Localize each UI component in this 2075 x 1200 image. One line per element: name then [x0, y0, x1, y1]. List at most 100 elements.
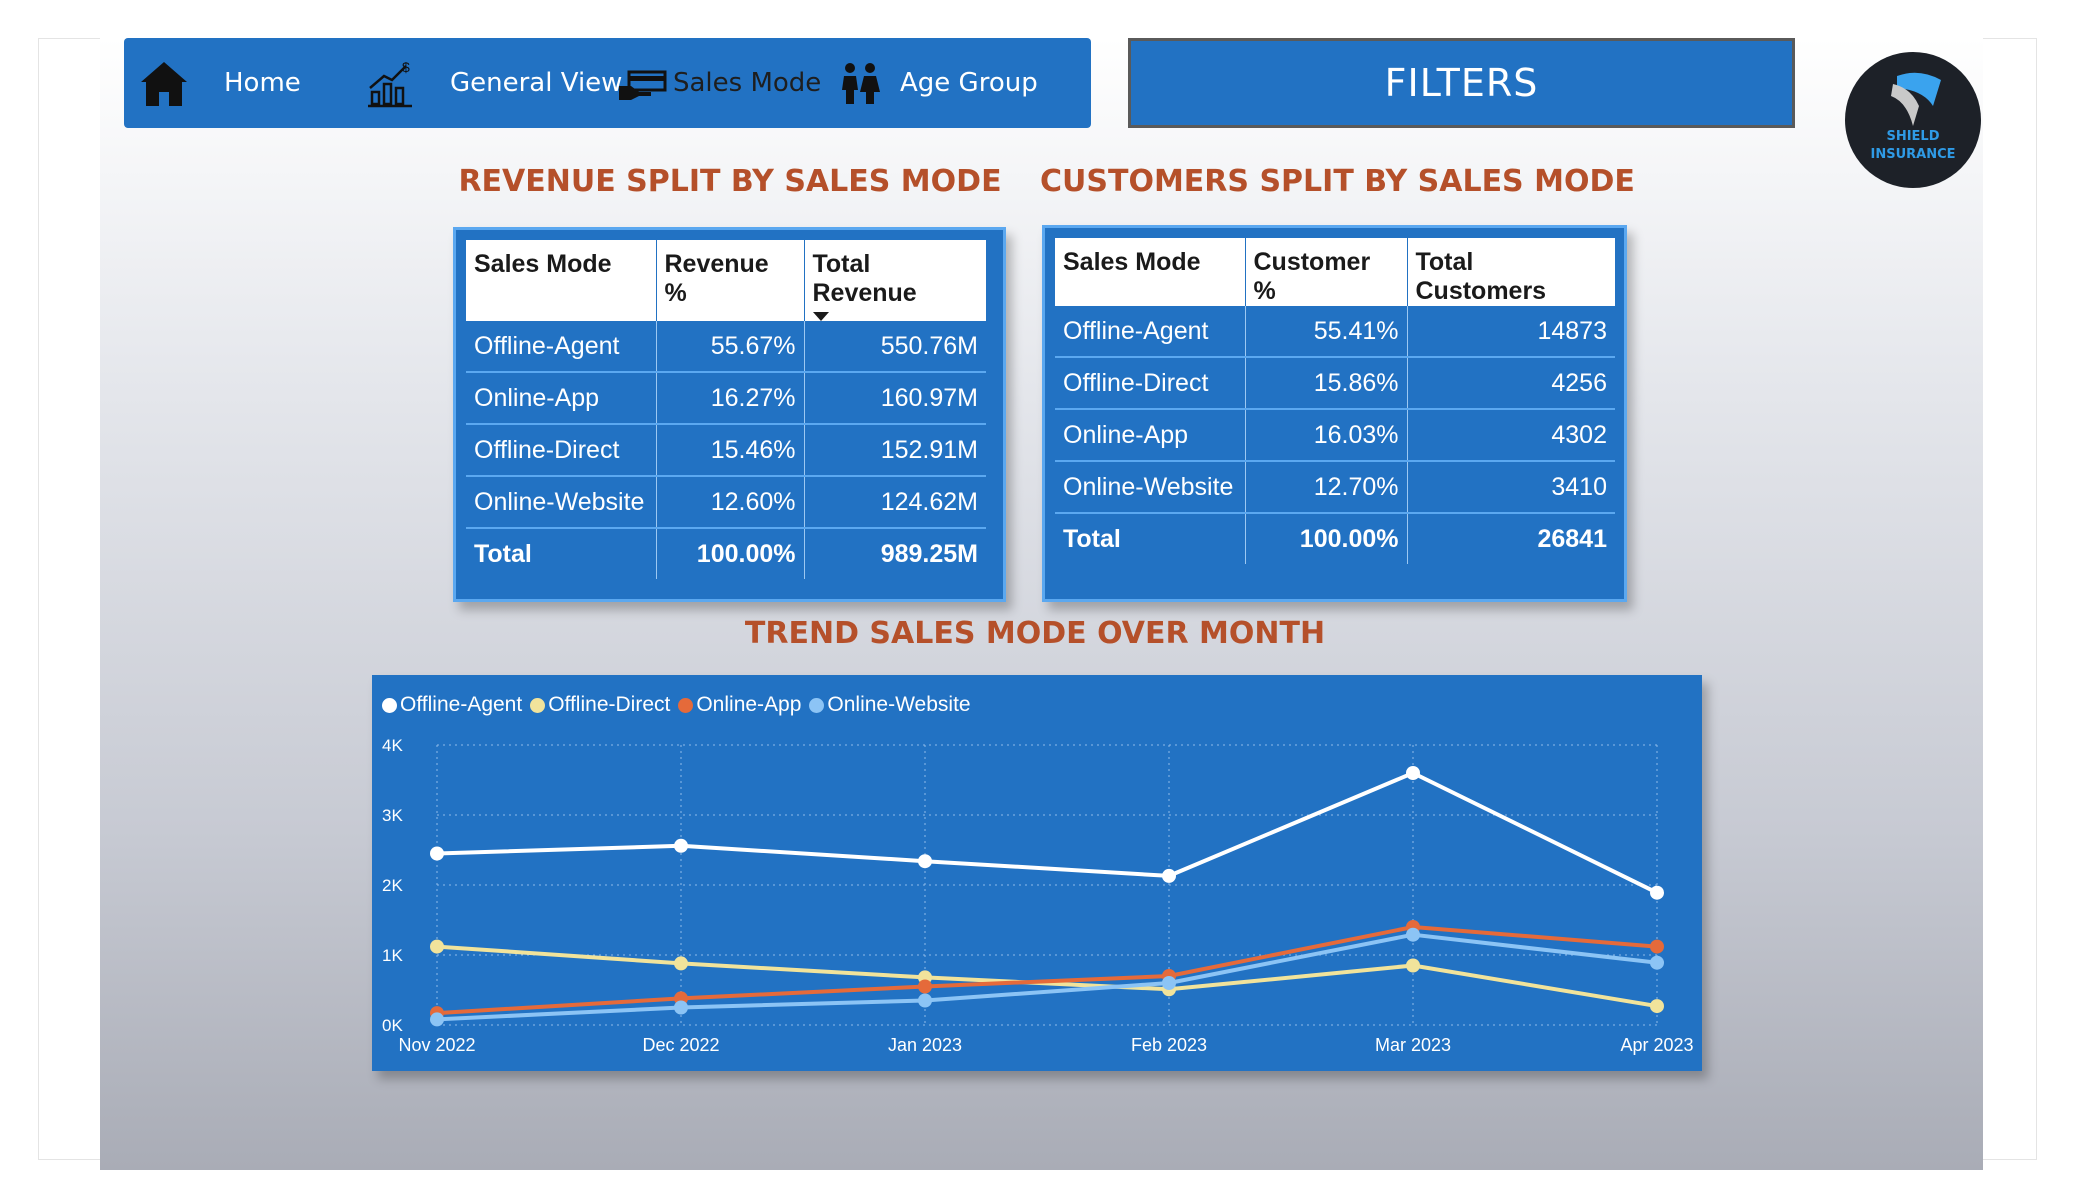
cell-revenue-pct: 55.67% — [656, 321, 805, 373]
logo-text-line2: INSURANCE — [1870, 147, 1956, 162]
cell-revenue-pct: 16.27% — [656, 372, 805, 425]
table-row[interactable]: Offline-Direct 15.46% 152.91M — [466, 424, 986, 477]
cell-revenue-pct: 15.46% — [656, 424, 805, 477]
table-row[interactable]: Online-Website 12.70% 3410 — [1055, 461, 1615, 514]
cell-customer-pct: 16.03% — [1245, 409, 1408, 462]
data-point-offline-agent — [918, 854, 932, 869]
cell-customer-pct: 12.70% — [1245, 461, 1408, 514]
customers-table-panel: Sales Mode Customer % Total Customers Of… — [1042, 225, 1627, 602]
shield-insurance-logo: SHIELD INSURANCE — [1845, 52, 1981, 188]
trend-chart-panel: Offline-Agent Offline-Direct Online-App … — [372, 675, 1702, 1071]
cell-total-customer-pct: 100.00% — [1245, 513, 1408, 564]
table-row[interactable]: Online-Website 12.60% 124.62M — [466, 476, 986, 529]
cell-sales-mode: Offline-Direct — [466, 424, 657, 477]
cell-total-customers-value: 26841 — [1537, 524, 1607, 553]
data-point-online-app — [1650, 939, 1664, 954]
x-tick-label: Feb 2023 — [1131, 1035, 1207, 1055]
nav-age-group-button[interactable]: Age Group — [834, 38, 1038, 128]
revenue-table-header: Sales Mode Revenue % Total Revenue — [466, 240, 986, 321]
cell-sales-mode: Online-Website — [466, 476, 657, 529]
series-line-offline-direct — [436, 944, 1658, 1009]
y-tick-label: 2K — [382, 876, 403, 895]
cell-sales-mode: Online-App — [466, 372, 657, 425]
revenue-table-panel: Sales Mode Revenue % Total Revenue Offli… — [453, 227, 1006, 602]
cell-total-customers: 3410 — [1407, 461, 1615, 514]
x-tick-label: Dec 2022 — [642, 1035, 719, 1055]
cell-sales-mode: Online-App — [1055, 409, 1246, 462]
data-point-online-app — [918, 979, 932, 994]
data-point-online-website — [1650, 955, 1664, 970]
column-header-revenue-pct[interactable]: Revenue % — [656, 240, 805, 321]
cell-sales-mode: Offline-Agent — [1055, 306, 1246, 358]
column-header-total-customers[interactable]: Total Customers — [1407, 238, 1615, 306]
cell-total-customers: 4256 — [1407, 357, 1615, 410]
logo-text-line1: SHIELD — [1886, 129, 1940, 144]
column-header-sales-mode[interactable]: Sales Mode — [1055, 238, 1246, 306]
nav-sales-mode-button[interactable]: Sales Mode — [617, 38, 821, 128]
nav-general-view-label: General View — [450, 68, 623, 98]
table-total-row: Total 100.00% 26841 — [1055, 513, 1615, 564]
cell-sales-mode: Online-Website — [1055, 461, 1246, 514]
cell-total-revenue-value: 989.25M — [880, 539, 978, 568]
svg-text:$: $ — [402, 59, 410, 75]
data-point-offline-agent — [1162, 868, 1176, 883]
data-point-online-website — [1406, 927, 1420, 942]
cell-sales-mode: Offline-Agent — [466, 321, 657, 373]
data-point-offline-direct — [1650, 999, 1664, 1014]
x-tick-label: Apr 2023 — [1620, 1035, 1693, 1055]
data-point-offline-agent — [430, 846, 444, 861]
revenue-split-title: REVENUE SPLIT BY SALES MODE — [458, 164, 1002, 199]
customers-split-title: CUSTOMERS SPLIT BY SALES MODE — [1040, 164, 1635, 199]
nav-home-label: Home — [224, 68, 301, 98]
cell-sales-mode: Offline-Direct — [1055, 357, 1246, 410]
table-row[interactable]: Online-App 16.27% 160.97M — [466, 372, 986, 425]
cell-total-label: Total — [1055, 513, 1246, 564]
nav-bar: Home $ General View Sales Mode Age Group — [124, 38, 1091, 128]
filters-label: FILTERS — [1384, 61, 1539, 105]
table-total-row: Total 100.00% 989.25M — [466, 528, 986, 579]
people-icon — [842, 63, 880, 104]
nav-sales-mode-label: Sales Mode — [673, 68, 822, 98]
table-row[interactable]: Offline-Direct 15.86% 4256 — [1055, 357, 1615, 410]
cell-total-revenue: 550.76M — [804, 321, 986, 373]
sort-descending-icon — [812, 312, 829, 321]
data-point-offline-direct — [674, 956, 688, 971]
x-tick-label: Nov 2022 — [398, 1035, 475, 1055]
data-point-online-website — [674, 1000, 688, 1015]
shield-logo-icon — [1891, 72, 1941, 126]
table-row[interactable]: Offline-Agent 55.41% 14873 — [1055, 306, 1615, 358]
table-row[interactable]: Online-App 16.03% 4302 — [1055, 409, 1615, 462]
trend-chart-title: TREND SALES MODE OVER MONTH — [744, 616, 1326, 651]
x-tick-label: Mar 2023 — [1375, 1035, 1451, 1055]
cell-customer-pct: 55.41% — [1245, 306, 1408, 358]
filters-button[interactable]: FILTERS — [1128, 38, 1795, 128]
y-tick-label: 1K — [382, 946, 403, 965]
column-header-total-revenue-label: Total Revenue — [812, 250, 917, 307]
table-row[interactable]: Offline-Agent 55.67% 550.76M — [466, 321, 986, 373]
customers-table-header: Sales Mode Customer % Total Customers — [1055, 238, 1615, 306]
data-point-offline-agent — [1406, 766, 1420, 780]
column-header-total-revenue[interactable]: Total Revenue — [804, 240, 986, 321]
data-point-online-website — [1162, 976, 1176, 990]
column-header-customer-pct[interactable]: Customer % — [1245, 238, 1408, 306]
column-header-sales-mode[interactable]: Sales Mode — [466, 240, 657, 321]
data-point-offline-agent — [674, 838, 688, 853]
home-icon — [141, 62, 187, 106]
cell-customer-pct: 15.86% — [1245, 357, 1408, 410]
data-point-offline-direct — [430, 939, 444, 954]
y-tick-label: 3K — [382, 806, 403, 825]
card-hand-icon — [619, 70, 667, 100]
cell-revenue-pct: 12.60% — [656, 476, 805, 529]
cell-total-revenue-pct: 100.00% — [656, 528, 805, 579]
x-tick-label: Jan 2023 — [888, 1035, 962, 1055]
bar-chart-dollar-icon: $ — [368, 59, 412, 108]
nav-general-view-button[interactable]: $ General View — [364, 38, 622, 128]
data-point-offline-direct — [1406, 958, 1420, 973]
revenue-table: Sales Mode Revenue % Total Revenue Offli… — [466, 240, 986, 579]
nav-home-button[interactable]: Home — [138, 38, 301, 128]
cell-total-customers: 14873 — [1407, 306, 1615, 358]
trend-line-chart: 0K 1K 2K 3K 4K Nov 2022 Dec 2022 Jan 2023 Feb 20… — [382, 736, 1694, 1055]
data-point-offline-agent — [1650, 885, 1664, 900]
data-point-online-website — [430, 1012, 444, 1027]
cell-total-revenue: 160.97M — [804, 372, 986, 425]
